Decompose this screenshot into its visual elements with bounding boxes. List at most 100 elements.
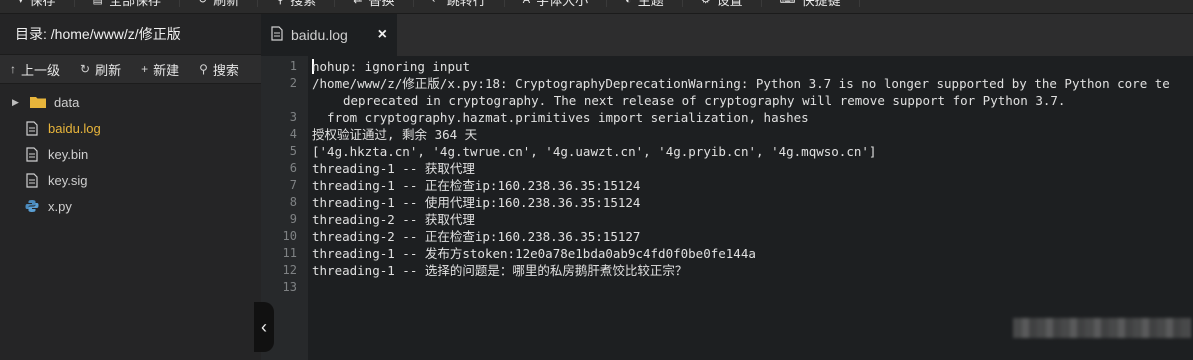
toolbar-button-label: 全部保存 [108, 0, 161, 8]
go-up-button[interactable]: ↑ 上一级 [0, 54, 70, 84]
toolbar-button-label: 搜索 [290, 0, 317, 8]
close-tab-icon[interactable]: × [378, 26, 387, 44]
line-text: threading-1 -- 使用代理ip:160.238.36.35:1512… [312, 195, 641, 210]
toolbar-button[interactable]: ⌨ 快捷键 [762, 0, 860, 7]
toolbar-button[interactable]: ◐ 主题 [607, 0, 683, 7]
tree-item-data[interactable]: ▶ data [0, 89, 261, 115]
search-icon: ⚲ [199, 62, 208, 76]
current-directory: 目录: /home/www/z/修正版 [15, 26, 181, 42]
code-line: 13 [261, 279, 1193, 296]
file-icon [24, 172, 40, 188]
toolbar-button-label: 替换 [368, 0, 395, 8]
code-line: 7 threading-1 -- 正在检查ip:160.238.36.35:151… [261, 177, 1193, 194]
file-icon [24, 120, 40, 136]
replace-icon: ⇄ [353, 0, 363, 6]
line-number: 9 [289, 212, 297, 226]
tree-item-key-bin[interactable]: key.bin [0, 141, 261, 167]
code-line: 2/home/www/z/修正版/x.py:18: CryptographyDe… [261, 75, 1193, 92]
code-line: 1 nohup: ignoring input [261, 58, 1193, 75]
tab-baidu-log[interactable]: baidu.log × [261, 14, 397, 56]
collapse-sidebar-button[interactable]: ‹ [254, 302, 274, 352]
code-line: 5 ['4g.hkzta.cn', '4g.twrue.cn', '4g.uawz… [261, 143, 1193, 160]
code-line: 12 threading-1 -- 选择的问题是：哪里的私房鹅肝煮饺比较正宗？ [261, 262, 1193, 279]
refresh-button[interactable]: ↻ 刷新 [70, 54, 131, 84]
toolbar-button[interactable]: ▾ 保存 [0, 0, 75, 7]
file-icon [271, 26, 283, 44]
toolbar-button-label: 刷新 [213, 0, 240, 8]
arrow-up-icon: ↑ [10, 62, 16, 76]
toolbar-button[interactable]: ⚲ 搜索 [258, 0, 336, 8]
code-line: 11 threading-1 -- 发布方stoken:12e0a78e1bda0… [261, 245, 1193, 262]
refresh-icon: ↻ [197, 0, 208, 6]
tree-item-x-py[interactable]: x.py [0, 193, 261, 219]
toolbar-button[interactable]: ⚙ 设置 [683, 0, 762, 7]
code-line: 10 threading-2 -- 正在检查ip:160.238.36.35:15… [261, 228, 1193, 245]
file-explorer-sidebar: 目录: /home/www/z/修正版 ↑ 上一级 ↻ 刷新 + 新建 ⚲ 搜索… [0, 14, 261, 360]
toolbar-button[interactable]: A 字体大小 [505, 0, 608, 8]
redacted-region [1013, 318, 1191, 338]
toolbar-button-label: 快捷键 [801, 0, 841, 8]
sidebar-actions: ↑ 上一级 ↻ 刷新 + 新建 ⚲ 搜索 [0, 54, 261, 84]
font-icon: A [522, 0, 531, 6]
search-button[interactable]: ⚲ 搜索 [189, 54, 249, 84]
line-number: 4 [289, 127, 297, 141]
folder-icon [30, 94, 46, 110]
tab-bar: baidu.log × [261, 14, 1193, 56]
toolbar-button[interactable]: ↵ 跳转行 [414, 0, 505, 7]
tree-item-baidu-log[interactable]: baidu.log [0, 115, 261, 141]
code-line: 9 threading-2 -- 获取代理 [261, 211, 1193, 228]
line-number: 13 [282, 280, 297, 294]
tree-item-label: x.py [48, 198, 72, 214]
refresh-label: 刷新 [95, 62, 122, 78]
line-text-continuation: deprecated in cryptography. The next rel… [343, 93, 1066, 108]
line-text: from cryptography.hazmat.primitives impo… [312, 110, 809, 125]
refresh-icon: ↻ [80, 62, 91, 76]
editor-pane: baidu.log × 1 nohup: ignoring input 2/home… [261, 14, 1193, 360]
code-line: 8 threading-1 -- 使用代理ip:160.238.36.35:151… [261, 194, 1193, 211]
code-line-wrap: deprecated in cryptography. The next rel… [261, 92, 1193, 109]
new-label: 新建 [153, 62, 180, 78]
search-icon: ⚲ [276, 0, 285, 6]
line-text: 授权验证通过, 剩余 364 天 [312, 127, 478, 142]
line-text: threading-1 -- 发布方stoken:12e0a78e1bda0ab… [312, 246, 756, 261]
code-line: 4 授权验证通过, 剩余 364 天 [261, 126, 1193, 143]
line-text: threading-2 -- 获取代理 [312, 212, 475, 227]
toolbar-button-label: 设置 [716, 0, 743, 8]
line-text: threading-2 -- 正在检查ip:160.238.36.35:1512… [312, 229, 641, 244]
line-text: ['4g.hkzta.cn', '4g.twrue.cn', '4g.uawzt… [312, 144, 877, 159]
line-number: 8 [289, 195, 297, 209]
toolbar-button-label: 跳转行 [446, 0, 486, 8]
chevron-left-icon: ‹ [261, 316, 267, 337]
line-number: 1 [289, 59, 297, 73]
code-line: 3 from cryptography.hazmat.primitives im… [261, 109, 1193, 126]
file-icon [24, 146, 40, 162]
tree-item-label: baidu.log [48, 120, 101, 136]
toolbar-button[interactable]: ⇄ 替换 [335, 0, 414, 8]
line-number: 7 [289, 178, 297, 192]
file-tree: ▶ data baidu.log key.bin key.sig x.py [0, 84, 261, 219]
line-text: nohup: ignoring input [312, 59, 471, 74]
save-all-icon: ▤ [92, 0, 103, 6]
theme-icon: ◐ [625, 0, 632, 6]
toolbar-button[interactable]: ▤ 全部保存 [75, 0, 180, 7]
goto-line-icon: ↵ [431, 0, 441, 6]
line-number: 10 [282, 229, 297, 243]
line-number: 6 [289, 161, 297, 175]
search-label: 搜索 [212, 62, 239, 78]
line-number: 11 [282, 246, 297, 260]
go-up-label: 上一级 [21, 62, 61, 78]
plus-icon: + [141, 62, 149, 76]
toolbar-button[interactable]: ↻ 刷新 [180, 0, 259, 8]
gear-icon: ⚙ [700, 0, 711, 6]
python-icon [24, 198, 40, 214]
toolbar-button-label: 字体大小 [536, 0, 589, 8]
keyboard-icon: ⌨ [779, 0, 796, 6]
line-number: 5 [289, 144, 297, 158]
code-area[interactable]: 1 nohup: ignoring input 2/home/www/z/修正版/x… [261, 56, 1193, 360]
editor-toolbar: ▾ 保存 ▤ 全部保存 ↻ 刷新 ⚲ 搜索 ⇄ 替换 ↵ 跳转行 A 字体大小 ◐ 主题 ⚙ 设置 ⌨ 快捷键 [0, 0, 1193, 14]
tab-title: baidu.log [291, 27, 348, 43]
tree-item-key-sig[interactable]: key.sig [0, 167, 261, 193]
line-number: 3 [289, 110, 297, 124]
chevron-right-icon: ▶ [12, 96, 19, 107]
new-button[interactable]: + 新建 [131, 54, 189, 84]
